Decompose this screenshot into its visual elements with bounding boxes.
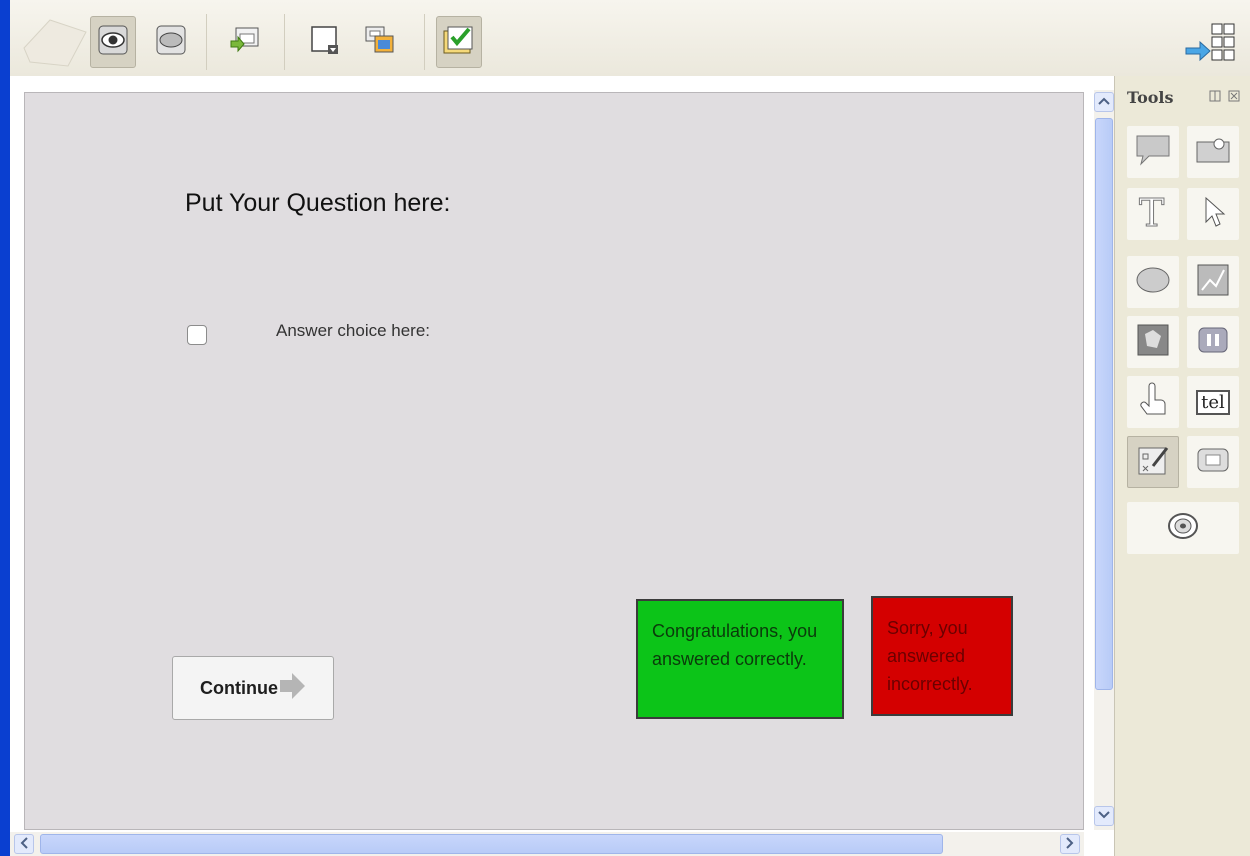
tools-title: Tools [1127,88,1174,107]
slide-canvas: Put Your Question here: Answer choice he… [10,76,1114,856]
continue-label: Continue [200,677,278,698]
main-toolbar [10,0,1250,77]
tools-panel: Tools T tel [1114,76,1250,856]
question-slide-icon [1135,442,1171,483]
answer-checkbox[interactable] [187,325,207,345]
incorrect-feedback-caption[interactable]: Sorry, you answered incorrectly. [871,596,1013,716]
window-edge [0,0,10,856]
click-box-icon [1135,380,1171,425]
close-panel-icon[interactable] [1228,90,1240,105]
image-slide-icon [362,24,396,61]
animation-tool[interactable] [1127,316,1179,368]
quiz-button[interactable] [436,16,482,68]
panel-controls [1209,90,1240,105]
shape-icon [1133,262,1173,303]
speech-bubble-icon [1133,132,1173,173]
question-slide-tool[interactable] [1127,436,1179,488]
horizontal-scrollbar[interactable] [10,832,1084,856]
shape-tool[interactable] [1127,256,1179,308]
question-text[interactable]: Put Your Question here: [185,189,450,218]
scroll-right-button[interactable] [1060,834,1080,854]
restore-panel-icon[interactable] [1209,90,1228,105]
caption-tool[interactable] [1127,126,1179,178]
rollover-tool[interactable] [1127,502,1239,554]
chevron-down-icon [1098,810,1110,822]
layout-switch-button[interactable] [1172,18,1242,68]
answer-choice-label[interactable]: Answer choice here: [276,321,430,341]
image-tool[interactable] [1187,256,1239,308]
media-tool[interactable] [1187,316,1239,368]
highlight-tool[interactable] [1187,126,1239,178]
text-entry-box-icon: tel [1196,389,1230,415]
chevron-left-icon [20,836,28,852]
rollover-icon [1165,510,1201,547]
image-icon [1195,262,1231,303]
button-tool[interactable] [148,16,194,68]
slide-layout-icon [309,24,341,61]
import-slide-button[interactable] [222,16,268,68]
text-entry-tool[interactable]: tel [1187,376,1239,428]
highlight-box-icon [1193,132,1233,173]
text-caption-icon: T [1133,190,1173,237]
slide-layout-button[interactable] [302,16,348,68]
pointer-icon [1198,194,1228,235]
continue-button[interactable]: Continue [172,656,334,720]
vertical-scroll-thumb[interactable] [1095,118,1113,690]
animation-icon [1135,322,1171,363]
correct-feedback-caption[interactable]: Congratulations, you answered correctly. [636,599,844,719]
image-slide-button[interactable] [356,16,402,68]
text-caption-tool[interactable]: T [1127,188,1179,240]
scroll-up-button[interactable] [1094,92,1114,112]
text-entry-label: tel [1201,391,1225,413]
switch-layout-icon [1172,23,1242,72]
horizontal-scroll-thumb[interactable] [40,834,943,854]
svg-text:T: T [1139,192,1164,232]
slide-import-icon [228,25,262,60]
oval-button-icon [156,25,186,60]
pointer-tool[interactable] [1187,188,1239,240]
click-box-tool[interactable] [1127,376,1179,428]
app-logo [20,14,92,72]
preview-button[interactable] [90,16,136,68]
arrow-right-icon [280,671,306,706]
slide-stage[interactable]: Put Your Question here: Answer choice he… [24,92,1084,830]
button-icon [1195,444,1231,481]
eye-icon [98,25,128,60]
quiz-checkbox-icon [441,23,477,62]
scroll-left-button[interactable] [14,834,34,854]
chevron-up-icon [1098,96,1110,108]
scroll-down-button[interactable] [1094,806,1114,826]
chevron-right-icon [1066,836,1074,852]
button-insert-tool[interactable] [1187,436,1239,488]
vertical-scrollbar[interactable] [1094,90,1114,830]
media-icon [1195,322,1231,363]
